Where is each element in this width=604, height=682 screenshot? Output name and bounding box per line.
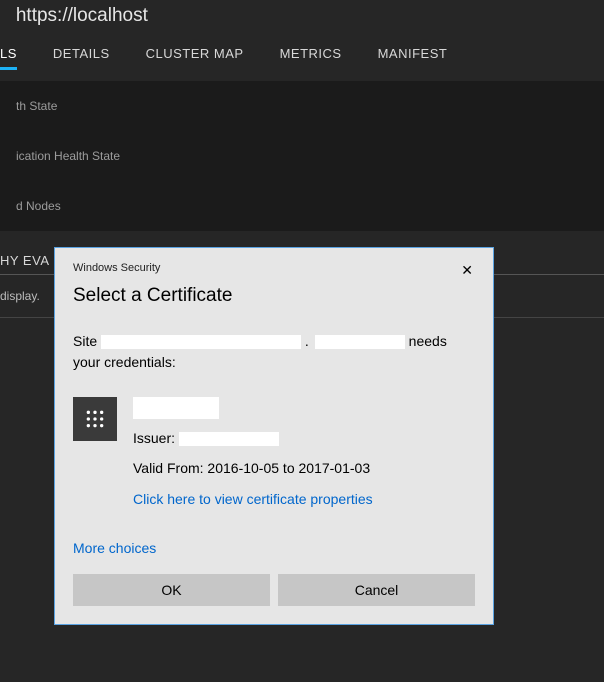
panel-row: th State xyxy=(0,81,604,131)
certificate-item[interactable]: Issuer: Valid From: 2016-10-05 to 2017-0… xyxy=(73,397,475,510)
more-choices-link[interactable]: More choices xyxy=(73,540,475,556)
tab-essentials[interactable]: LS xyxy=(0,46,17,70)
content-panel: th State ication Health State d Nodes xyxy=(0,81,604,231)
valid-from-text: Valid From: 2016-10-05 to 2017-01-03 xyxy=(133,457,373,479)
panel-row: ication Health State xyxy=(0,131,604,181)
dialog-window-title: Windows Security xyxy=(73,262,160,274)
redacted-site2 xyxy=(315,335,405,349)
ok-button[interactable]: OK xyxy=(73,574,270,606)
issuer-label: Issuer: xyxy=(133,430,179,446)
tab-manifest[interactable]: MANIFEST xyxy=(378,46,448,70)
tab-bar: LS DETAILS CLUSTER MAP METRICS MANIFEST xyxy=(0,36,604,71)
panel-row: d Nodes xyxy=(0,181,604,231)
msg-prefix: Site xyxy=(73,333,101,349)
tab-details[interactable]: DETAILS xyxy=(53,46,110,70)
certificate-icon xyxy=(73,397,117,441)
cancel-button[interactable]: Cancel xyxy=(278,574,475,606)
address-bar[interactable]: https://localhost xyxy=(0,0,604,36)
dialog-message: Site . needs your credentials: xyxy=(73,331,475,373)
dialog-title: Select a Certificate xyxy=(73,285,475,307)
url-text: https://localhost xyxy=(16,5,148,26)
tab-metrics[interactable]: METRICS xyxy=(280,46,342,70)
tab-cluster-map[interactable]: CLUSTER MAP xyxy=(146,46,244,70)
dialog-button-row: OK Cancel xyxy=(73,574,475,606)
redacted-site xyxy=(101,335,301,349)
view-properties-link[interactable]: Click here to view certificate propertie… xyxy=(133,488,373,510)
redacted-issuer xyxy=(179,432,279,446)
certificate-dialog: Windows Security ✕ Select a Certificate … xyxy=(54,247,494,625)
certificate-details: Issuer: Valid From: 2016-10-05 to 2017-0… xyxy=(133,397,373,510)
close-icon[interactable]: ✕ xyxy=(459,262,475,279)
redacted-cert-name xyxy=(133,397,219,419)
